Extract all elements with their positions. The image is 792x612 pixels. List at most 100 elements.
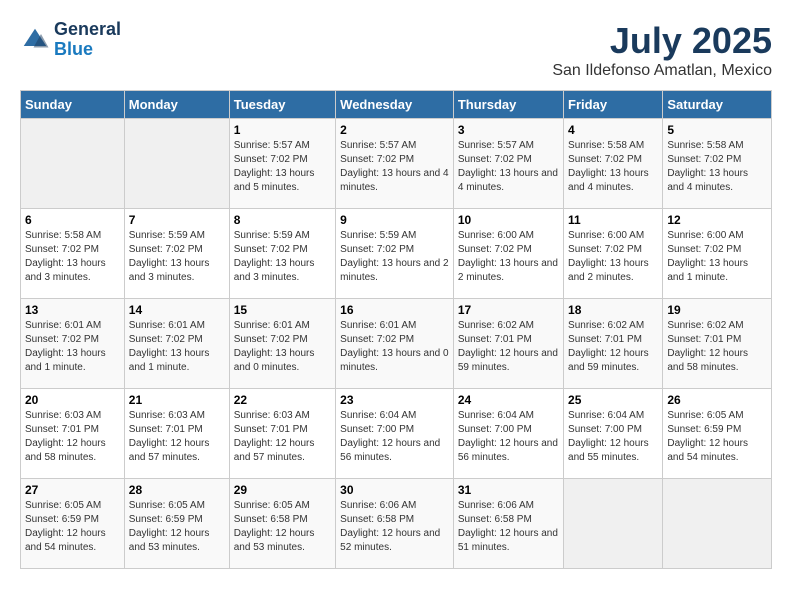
calendar-cell: 8 Sunrise: 5:59 AM Sunset: 7:02 PM Daylig… (229, 209, 335, 299)
day-info: Sunrise: 5:58 AM Sunset: 7:02 PM Dayligh… (25, 229, 120, 285)
page-header: General Blue July 2025 San Ildefonso Ama… (20, 20, 772, 80)
day-info: Sunrise: 5:57 AM Sunset: 7:02 PM Dayligh… (340, 139, 449, 195)
calendar-cell (124, 119, 229, 209)
calendar-cell: 28Sunrise: 6:05 AM Sunset: 6:59 PM Dayli… (124, 479, 229, 569)
calendar-cell: 11Sunrise: 6:00 AM Sunset: 7:02 PM Dayli… (564, 209, 663, 299)
day-number: 8 (234, 213, 331, 227)
day-info: Sunrise: 6:04 AM Sunset: 7:00 PM Dayligh… (458, 409, 559, 465)
day-info: Sunrise: 5:58 AM Sunset: 7:02 PM Dayligh… (667, 139, 767, 195)
calendar-cell: 15 Sunrise: 6:01 AM Sunset: 7:02 PM Dayli… (229, 299, 335, 389)
day-info: Sunrise: 6:00 AM Sunset: 7:02 PM Dayligh… (458, 229, 559, 285)
day-number: 1 (234, 123, 331, 137)
day-number: 30 (340, 483, 449, 497)
day-number: 4 (568, 123, 658, 137)
calendar-cell: 30 Sunrise: 6:06 AM Sunset: 6:58 PM Dayli… (336, 479, 454, 569)
calendar-week-row: 6 Sunrise: 5:58 AM Sunset: 7:02 PM Daylig… (21, 209, 772, 299)
day-info: Sunrise: 5:59 AM Sunset: 7:02 PM Dayligh… (234, 229, 331, 285)
calendar-cell: 27Sunrise: 6:05 AM Sunset: 6:59 PM Dayli… (21, 479, 125, 569)
day-number: 20 (25, 393, 120, 407)
day-number: 3 (458, 123, 559, 137)
calendar-cell: 16Sunrise: 6:01 AM Sunset: 7:02 PM Dayli… (336, 299, 454, 389)
day-info: Sunrise: 6:02 AM Sunset: 7:01 PM Dayligh… (458, 319, 559, 375)
calendar-week-row: 27Sunrise: 6:05 AM Sunset: 6:59 PM Dayli… (21, 479, 772, 569)
weekday-header-cell: Friday (564, 91, 663, 119)
weekday-header-cell: Tuesday (229, 91, 335, 119)
calendar-cell: 24 Sunrise: 6:04 AM Sunset: 7:00 PM Dayli… (453, 389, 563, 479)
day-number: 13 (25, 303, 120, 317)
day-info: Sunrise: 6:05 AM Sunset: 6:58 PM Dayligh… (234, 499, 331, 555)
day-number: 15 (234, 303, 331, 317)
day-info: Sunrise: 6:01 AM Sunset: 7:02 PM Dayligh… (234, 319, 331, 375)
title-block: July 2025 San Ildefonso Amatlan, Mexico (552, 20, 772, 80)
day-number: 19 (667, 303, 767, 317)
day-number: 14 (129, 303, 225, 317)
weekday-header-cell: Thursday (453, 91, 563, 119)
day-info: Sunrise: 6:04 AM Sunset: 7:00 PM Dayligh… (340, 409, 449, 465)
day-number: 17 (458, 303, 559, 317)
day-number: 2 (340, 123, 449, 137)
calendar-cell: 17 Sunrise: 6:02 AM Sunset: 7:01 PM Dayli… (453, 299, 563, 389)
day-number: 24 (458, 393, 559, 407)
calendar-cell: 26Sunrise: 6:05 AM Sunset: 6:59 PM Dayli… (663, 389, 772, 479)
calendar-table: SundayMondayTuesdayWednesdayThursdayFrid… (20, 90, 772, 569)
day-info: Sunrise: 6:02 AM Sunset: 7:01 PM Dayligh… (568, 319, 658, 375)
calendar-cell: 23 Sunrise: 6:04 AM Sunset: 7:00 PM Dayli… (336, 389, 454, 479)
day-info: Sunrise: 6:01 AM Sunset: 7:02 PM Dayligh… (25, 319, 120, 375)
calendar-cell: 2 Sunrise: 5:57 AM Sunset: 7:02 PM Daylig… (336, 119, 454, 209)
subtitle: San Ildefonso Amatlan, Mexico (552, 62, 772, 80)
day-number: 12 (667, 213, 767, 227)
day-number: 10 (458, 213, 559, 227)
weekday-header-cell: Saturday (663, 91, 772, 119)
calendar-cell: 19 Sunrise: 6:02 AM Sunset: 7:01 PM Dayli… (663, 299, 772, 389)
day-number: 18 (568, 303, 658, 317)
day-number: 6 (25, 213, 120, 227)
calendar-cell: 9Sunrise: 5:59 AM Sunset: 7:02 PM Daylig… (336, 209, 454, 299)
day-number: 31 (458, 483, 559, 497)
day-info: Sunrise: 6:02 AM Sunset: 7:01 PM Dayligh… (667, 319, 767, 375)
calendar-cell: 12 Sunrise: 6:00 AM Sunset: 7:02 PM Dayli… (663, 209, 772, 299)
weekday-header-row: SundayMondayTuesdayWednesdayThursdayFrid… (21, 91, 772, 119)
day-number: 26 (667, 393, 767, 407)
day-info: Sunrise: 6:00 AM Sunset: 7:02 PM Dayligh… (667, 229, 767, 285)
calendar-cell: 1Sunrise: 5:57 AM Sunset: 7:02 PM Daylig… (229, 119, 335, 209)
day-number: 22 (234, 393, 331, 407)
day-info: Sunrise: 6:06 AM Sunset: 6:58 PM Dayligh… (340, 499, 449, 555)
calendar-cell: 18 Sunrise: 6:02 AM Sunset: 7:01 PM Dayli… (564, 299, 663, 389)
day-number: 29 (234, 483, 331, 497)
calendar-cell: 14 Sunrise: 6:01 AM Sunset: 7:02 PM Dayli… (124, 299, 229, 389)
calendar-cell (663, 479, 772, 569)
logo-icon (20, 25, 50, 55)
day-info: Sunrise: 6:03 AM Sunset: 7:01 PM Dayligh… (129, 409, 225, 465)
day-number: 28 (129, 483, 225, 497)
calendar-cell: 4 Sunrise: 5:58 AM Sunset: 7:02 PM Daylig… (564, 119, 663, 209)
day-number: 23 (340, 393, 449, 407)
logo: General Blue (20, 20, 121, 60)
day-info: Sunrise: 5:59 AM Sunset: 7:02 PM Dayligh… (129, 229, 225, 285)
day-info: Sunrise: 6:03 AM Sunset: 7:01 PM Dayligh… (234, 409, 331, 465)
calendar-cell: 31 Sunrise: 6:06 AM Sunset: 6:58 PM Dayli… (453, 479, 563, 569)
calendar-week-row: 20 Sunrise: 6:03 AM Sunset: 7:01 PM Dayli… (21, 389, 772, 479)
weekday-header-cell: Monday (124, 91, 229, 119)
day-info: Sunrise: 6:04 AM Sunset: 7:00 PM Dayligh… (568, 409, 658, 465)
day-info: Sunrise: 6:00 AM Sunset: 7:02 PM Dayligh… (568, 229, 658, 285)
day-info: Sunrise: 6:03 AM Sunset: 7:01 PM Dayligh… (25, 409, 120, 465)
calendar-cell: 22 Sunrise: 6:03 AM Sunset: 7:01 PM Dayli… (229, 389, 335, 479)
calendar-cell: 3Sunrise: 5:57 AM Sunset: 7:02 PM Daylig… (453, 119, 563, 209)
day-info: Sunrise: 5:58 AM Sunset: 7:02 PM Dayligh… (568, 139, 658, 195)
day-info: Sunrise: 6:01 AM Sunset: 7:02 PM Dayligh… (129, 319, 225, 375)
calendar-cell (564, 479, 663, 569)
calendar-cell: 25Sunrise: 6:04 AM Sunset: 7:00 PM Dayli… (564, 389, 663, 479)
day-info: Sunrise: 5:59 AM Sunset: 7:02 PM Dayligh… (340, 229, 449, 285)
day-number: 21 (129, 393, 225, 407)
calendar-cell: 29 Sunrise: 6:05 AM Sunset: 6:58 PM Dayli… (229, 479, 335, 569)
calendar-cell: 6 Sunrise: 5:58 AM Sunset: 7:02 PM Daylig… (21, 209, 125, 299)
main-title: July 2025 (552, 20, 772, 62)
day-info: Sunrise: 6:05 AM Sunset: 6:59 PM Dayligh… (25, 499, 120, 555)
day-info: Sunrise: 6:06 AM Sunset: 6:58 PM Dayligh… (458, 499, 559, 555)
calendar-body: 1 Sunrise: 5:57 AM Sunset: 7:02 PM Daylig… (21, 119, 772, 569)
day-info: Sunrise: 6:01 AM Sunset: 7:02 PM Dayligh… (340, 319, 449, 375)
calendar-week-row: 1 Sunrise: 5:57 AM Sunset: 7:02 PM Daylig… (21, 119, 772, 209)
weekday-header-cell: Wednesday (336, 91, 454, 119)
day-number: 7 (129, 213, 225, 227)
calendar-cell: 10 Sunrise: 6:00 AM Sunset: 7:02 PM Dayli… (453, 209, 563, 299)
